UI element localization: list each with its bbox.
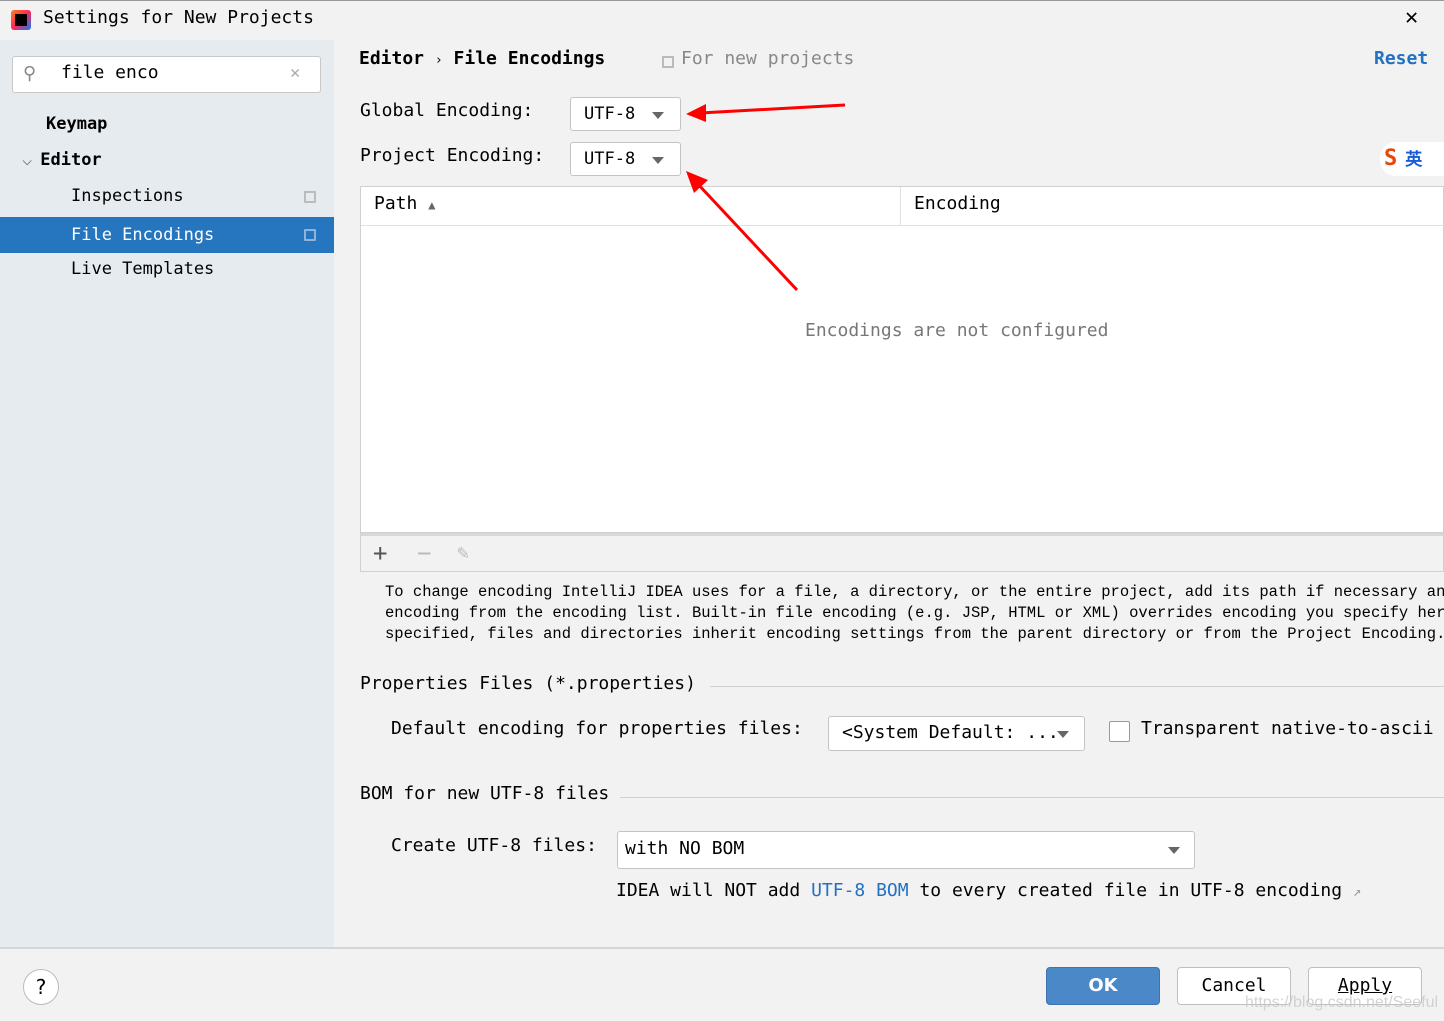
watermark: https://blog.csdn.net/Seeful bbox=[1245, 994, 1439, 1011]
arrow-global-head bbox=[686, 104, 706, 122]
arrow-global bbox=[699, 103, 846, 115]
footer: ? OK Cancel Apply https://blog.csdn.net/… bbox=[0, 947, 1444, 1021]
annotation-arrows bbox=[686, 103, 846, 292]
arrow-project bbox=[694, 180, 799, 292]
ok-button[interactable]: OK bbox=[1046, 967, 1160, 1005]
help-button[interactable]: ? bbox=[23, 969, 59, 1005]
